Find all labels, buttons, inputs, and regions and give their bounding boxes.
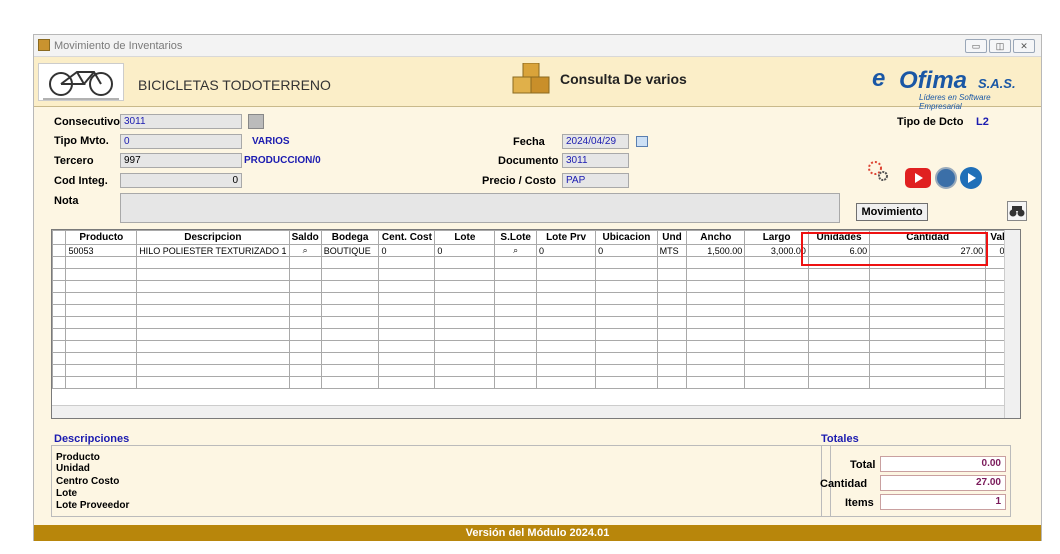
total-label: Total <box>850 459 876 471</box>
totales-title: Totales <box>821 433 859 445</box>
tipo-dcto-value: L2 <box>976 116 989 128</box>
tipo-mvto-field[interactable]: 0 <box>120 134 242 149</box>
title-bar: Movimiento de Inventarios ▭ ◫ ✕ <box>34 35 1041 57</box>
cantidad-field: 27.00 <box>880 475 1006 491</box>
precio-costo-field[interactable]: PAP <box>562 173 629 188</box>
cantidad-label: Cantidad <box>820 478 868 490</box>
total-field: 0.00 <box>880 456 1006 472</box>
tipo-mvto-desc: VARIOS <box>252 136 290 147</box>
vertical-scrollbar[interactable] <box>1004 230 1020 418</box>
precio-costo-label: Precio / Costo <box>482 175 556 187</box>
minimize-button[interactable]: ▭ <box>965 39 987 53</box>
boxes-icon <box>511 62 551 101</box>
highlight-box <box>801 232 988 266</box>
table-row-empty[interactable] <box>51 316 1020 329</box>
screen-title: Consulta De varios <box>560 71 687 87</box>
col-s-lote[interactable]: S.Lote <box>494 230 538 245</box>
desc-producto: Producto <box>56 452 100 463</box>
col-ancho[interactable]: Ancho <box>686 230 746 245</box>
table-row-empty[interactable] <box>51 280 1020 293</box>
horizontal-scrollbar[interactable] <box>52 405 1004 418</box>
consecutivo-field[interactable]: 3011 <box>120 114 242 129</box>
table-row-empty[interactable] <box>51 352 1020 365</box>
play-icon[interactable] <box>960 167 982 189</box>
ofima-e-icon: e <box>872 65 886 92</box>
table-row-empty[interactable] <box>51 364 1020 377</box>
documento-label: Documento <box>498 155 559 167</box>
col-und[interactable]: Und <box>656 230 688 245</box>
table-row-empty[interactable] <box>51 268 1020 281</box>
table-row-empty[interactable] <box>51 328 1020 341</box>
cod-integ-label: Cod Integ. <box>54 175 108 187</box>
items-field: 1 <box>880 494 1006 510</box>
saldo-lookup-icon[interactable]: ⌕ <box>288 244 322 257</box>
col-lote-prv[interactable]: Lote Prv <box>536 230 597 245</box>
window-title: Movimiento de Inventarios <box>54 40 183 52</box>
binoculars-icon[interactable] <box>1007 201 1027 221</box>
version-footer: Versión del Módulo 2024.01 <box>34 525 1041 541</box>
col-largo[interactable]: Largo <box>744 230 809 245</box>
items-label: Items <box>845 497 874 509</box>
s-lote-lookup-icon[interactable]: ⌕ <box>494 244 538 257</box>
col-producto[interactable]: Producto <box>65 230 138 245</box>
tercero-desc: PRODUCCION/0 <box>244 155 321 166</box>
restore-button[interactable]: ◫ <box>989 39 1011 53</box>
col-descripcion[interactable]: Descripcion <box>136 230 290 245</box>
fecha-field[interactable]: 2024/04/29 <box>562 134 629 149</box>
fecha-label: Fecha <box>513 136 545 148</box>
tipo-mvto-label: Tipo Mvto. <box>54 135 109 147</box>
desc-centro-costo: Centro Costo <box>56 476 120 487</box>
table-row-empty[interactable] <box>51 376 1020 389</box>
ofima-logo: e Ofima S.A.S. Líderes en Software Empre… <box>872 65 1016 111</box>
youtube-icon[interactable] <box>905 168 931 188</box>
company-name: BICICLETAS TODOTERRENO <box>138 77 331 93</box>
table-row-empty[interactable] <box>51 340 1020 353</box>
col-cent-cost[interactable]: Cent. Cost <box>378 230 436 245</box>
desc-lote: Lote <box>56 488 78 499</box>
documento-field[interactable]: 3011 <box>562 153 629 168</box>
app-icon <box>38 39 50 51</box>
col-saldo[interactable]: Saldo <box>288 230 322 245</box>
gear-icon[interactable] <box>867 160 889 182</box>
consecutivo-label: Consecutivo <box>54 116 121 128</box>
col-bodega[interactable]: Bodega <box>320 230 380 245</box>
tercero-label: Tercero <box>54 155 94 167</box>
header-bar: BICICLETAS TODOTERRENO Consulta De vario… <box>34 57 1041 111</box>
desc-unidad: Unidad <box>56 463 90 474</box>
tipo-dcto-label: Tipo de Dcto <box>897 116 964 128</box>
table-row-empty[interactable] <box>51 292 1020 305</box>
main-window: Movimiento de Inventarios ▭ ◫ ✕ BICICLET… <box>33 34 1042 541</box>
descripciones-panel <box>51 445 831 517</box>
calendar-icon[interactable] <box>636 136 648 147</box>
col-lote[interactable]: Lote <box>434 230 496 245</box>
tercero-field[interactable]: 997 <box>120 153 242 168</box>
nota-field[interactable] <box>120 193 840 223</box>
movimiento-button[interactable]: Movimiento <box>856 203 928 221</box>
desc-lote-proveedor: Lote Proveedor <box>56 500 130 511</box>
nota-label: Nota <box>54 195 79 207</box>
attachment-icon[interactable] <box>935 167 957 189</box>
close-button[interactable]: ✕ <box>1013 39 1035 53</box>
consecutivo-lookup-button[interactable] <box>248 114 264 129</box>
cod-integ-field[interactable]: 0 <box>120 173 242 188</box>
descripciones-title: Descripciones <box>54 433 130 445</box>
col-ubicacion[interactable]: Ubicacion <box>595 230 658 245</box>
company-logo <box>38 63 124 101</box>
table-row-empty[interactable] <box>51 304 1020 317</box>
